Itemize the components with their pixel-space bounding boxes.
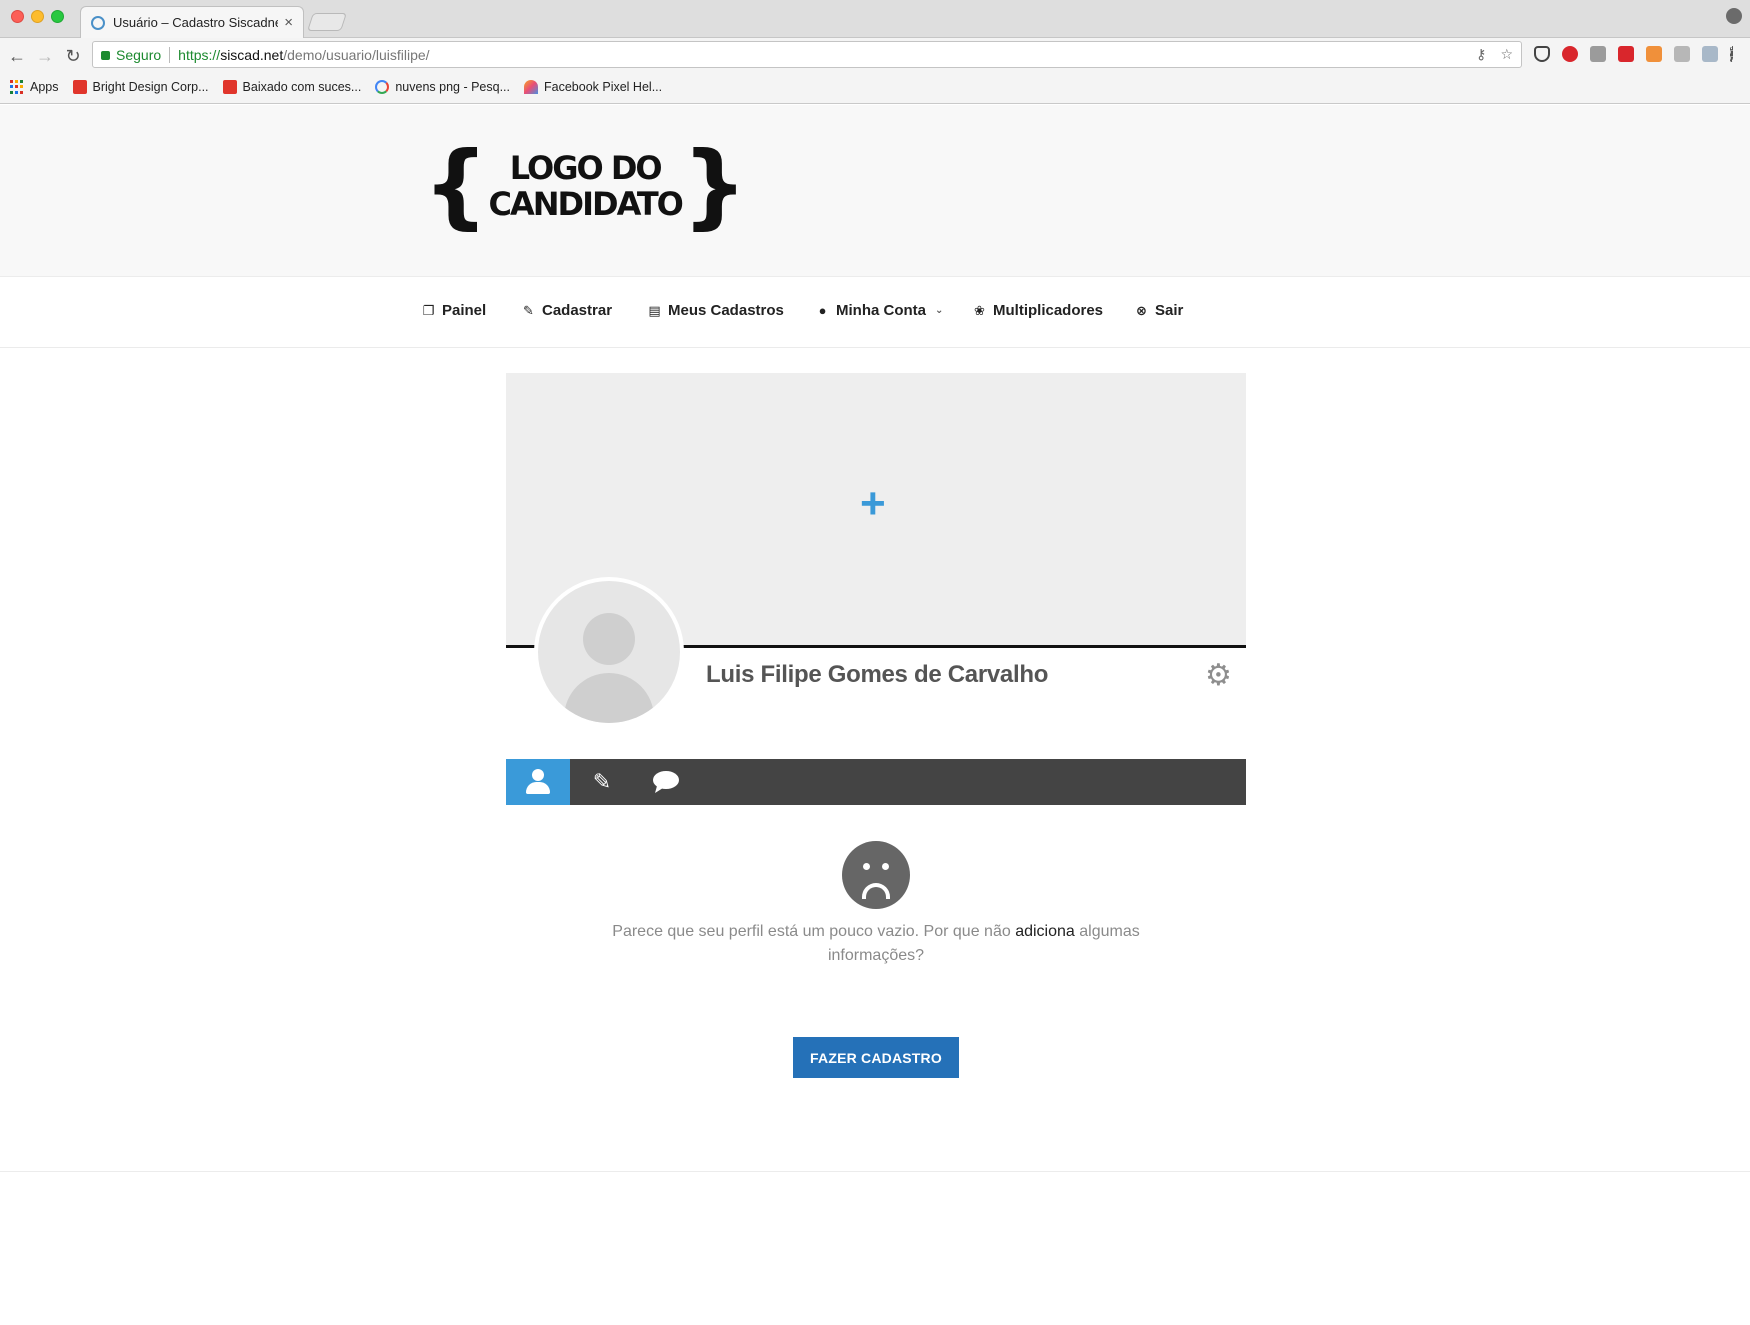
window-minimize-button[interactable] xyxy=(31,10,44,23)
sad-face-icon xyxy=(842,841,910,909)
apps-grid-icon xyxy=(10,80,24,94)
site-logo[interactable]: { LOGO DO CANDIDATO } xyxy=(423,132,747,239)
nav-item-label: Multiplicadores xyxy=(993,302,1104,319)
google-icon xyxy=(375,80,390,94)
fazer-cadastro-button[interactable]: FAZER CADASTRO xyxy=(793,1037,959,1078)
gear-icon[interactable]: ⚙ xyxy=(1205,661,1232,691)
secure-label: Seguro xyxy=(116,46,162,63)
browser-profile-icon[interactable] xyxy=(1726,8,1742,24)
bookmark-apps[interactable]: Apps xyxy=(10,80,59,94)
nav-item-minha-conta[interactable]: ● Minha Conta ⌄ xyxy=(816,302,944,319)
logo-line-2: CANDIDATO xyxy=(488,185,684,223)
nav-item-meus-cadastros[interactable]: ▤ Meus Cadastros xyxy=(648,302,784,319)
baixado-favicon-icon xyxy=(222,80,237,94)
url-host: siscad.net xyxy=(220,46,284,63)
main-nav: ❐ Painel ✎ Cadastrar ▤ Meus Cadastros ● … xyxy=(0,277,1750,348)
window-zoom-button[interactable] xyxy=(51,10,64,23)
logo-open-brace: { xyxy=(423,132,489,239)
pixel-helper-icon xyxy=(524,80,538,94)
bookmark-star-icon[interactable]: ☆ xyxy=(1500,46,1513,63)
add-info-link[interactable]: adiciona xyxy=(1015,923,1075,940)
address-bar[interactable]: Seguro https://siscad.net/demo/usuario/l… xyxy=(92,41,1522,68)
bookmarks-bar: Apps Bright Design Corp... Baixado com s… xyxy=(0,73,1750,101)
user-icon: ● xyxy=(818,303,827,318)
profile-avatar[interactable] xyxy=(534,577,684,727)
edit-icon: ✎ xyxy=(523,302,534,318)
browser-menu-icon[interactable] xyxy=(1730,46,1734,62)
comment-icon xyxy=(653,771,679,793)
omnibox-divider xyxy=(169,46,171,63)
bright-design-favicon-icon xyxy=(72,80,87,94)
reload-icon[interactable]: ↻ xyxy=(62,46,84,66)
logo-line-1: LOGO DO xyxy=(509,149,663,187)
bookmark-label: nuvens png - Pesq... xyxy=(395,80,510,94)
tab-edit[interactable]: ✎ xyxy=(570,759,634,805)
camera-extension-icon[interactable] xyxy=(1590,46,1606,62)
lock-icon xyxy=(101,51,110,60)
nav-item-sair[interactable]: ⊗ Sair xyxy=(1135,302,1183,319)
key-icon[interactable]: ⚷ xyxy=(1476,46,1486,63)
code-extension-icon[interactable] xyxy=(1674,46,1690,62)
profile-name: Luis Filipe Gomes de Carvalho xyxy=(706,661,1049,688)
chevron-down-icon: ⌄ xyxy=(935,305,944,316)
logo-text: LOGO DO CANDIDATO xyxy=(488,149,684,223)
bookmark-nuvens[interactable]: nuvens png - Pesq... xyxy=(375,80,510,94)
url-scheme: https:// xyxy=(178,46,221,63)
browser-tabstrip: Usuário – Cadastro Siscadnet × xyxy=(0,0,1750,38)
extension-icons xyxy=(1534,46,1734,62)
bookmark-label: Bright Design Corp... xyxy=(92,80,209,94)
url-path: /demo/usuario/luisfilipe/ xyxy=(283,46,430,63)
nav-item-label: Sair xyxy=(1155,302,1184,319)
default-avatar-icon xyxy=(538,581,680,723)
adblock-extension-icon[interactable] xyxy=(1562,46,1578,62)
bookmark-bright-design[interactable]: Bright Design Corp... xyxy=(72,80,209,94)
youtube-extension-icon[interactable] xyxy=(1618,46,1634,62)
browser-toolbar: ← → ↻ Seguro https://siscad.net/demo/usu… xyxy=(0,38,1750,104)
new-tab-button[interactable] xyxy=(307,13,347,31)
tab-title: Usuário – Cadastro Siscadnet xyxy=(113,15,279,30)
nav-item-label: Minha Conta xyxy=(836,302,926,319)
bookmark-facebook-pixel[interactable]: Facebook Pixel Hel... xyxy=(524,80,662,94)
pencil-icon: ✎ xyxy=(592,769,612,794)
bookmark-label: Facebook Pixel Hel... xyxy=(544,80,663,94)
empty-text-before: Parece que seu perfil está um pouco vazi… xyxy=(612,923,1016,940)
nav-item-multiplicadores[interactable]: ❀ Multiplicadores xyxy=(973,302,1103,319)
user-icon xyxy=(525,769,551,795)
bookmark-baixado[interactable]: Baixado com suces... xyxy=(222,80,362,94)
shield-extension-icon[interactable] xyxy=(1534,46,1550,62)
bookmark-label: Baixado com suces... xyxy=(242,80,362,94)
footer-divider xyxy=(0,1171,1750,1172)
nav-item-painel[interactable]: ❐ Painel xyxy=(422,302,487,319)
download-extension-icon[interactable] xyxy=(1702,46,1718,62)
window-close-button[interactable] xyxy=(11,10,24,23)
back-arrow-icon[interactable]: ← xyxy=(6,46,28,66)
nav-item-cadastrar[interactable]: ✎ Cadastrar xyxy=(522,302,612,319)
nav-item-label: Cadastrar xyxy=(542,302,613,319)
forward-arrow-icon[interactable]: → xyxy=(34,46,56,66)
nav-item-label: Meus Cadastros xyxy=(668,302,784,319)
page: { LOGO DO CANDIDATO } ❐ Painel ✎ Cadastr… xyxy=(0,105,1750,1325)
add-cover-plus-icon[interactable]: + xyxy=(860,482,886,526)
profile-tab-bar: ✎ xyxy=(506,759,1246,805)
group-icon: ❀ xyxy=(974,302,985,318)
orange-extension-icon[interactable] xyxy=(1646,46,1662,62)
empty-profile-message: Parece que seu perfil está um pouco vazi… xyxy=(596,920,1156,968)
tab-comments[interactable] xyxy=(634,759,698,805)
logo-close-brace: } xyxy=(681,132,748,239)
nav-item-label: Painel xyxy=(442,302,487,319)
copy-icon: ❐ xyxy=(422,302,435,318)
tab-about[interactable] xyxy=(506,759,570,805)
browser-tab[interactable]: Usuário – Cadastro Siscadnet × xyxy=(80,6,304,38)
close-circle-icon: ⊗ xyxy=(1136,302,1147,318)
site-header: { LOGO DO CANDIDATO } xyxy=(0,105,1750,277)
bookmark-label: Apps xyxy=(30,80,59,94)
document-icon: ▤ xyxy=(648,302,661,318)
tab-close-icon[interactable]: × xyxy=(284,14,293,31)
site-favicon-icon xyxy=(91,15,105,30)
